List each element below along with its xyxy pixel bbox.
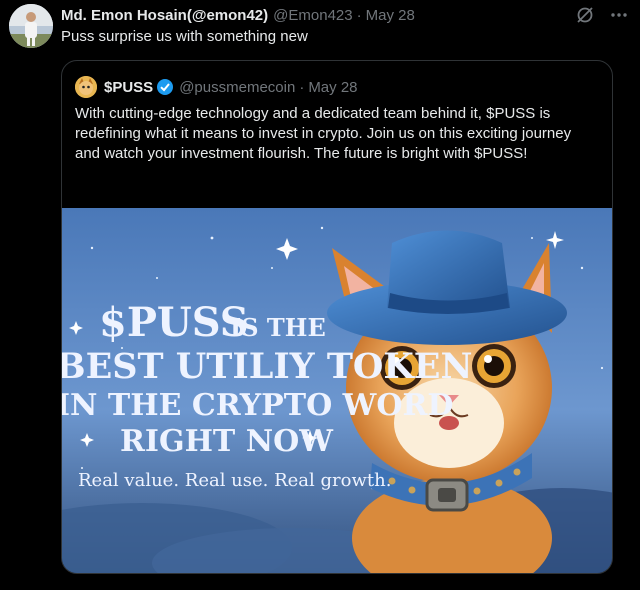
quoted-tweet[interactable]: $PUSS @pussmemecoin · May 28 With cuttin… <box>61 60 613 574</box>
quote-author-name[interactable]: $PUSS <box>104 79 153 96</box>
quote-text: With cutting-edge technology and a dedic… <box>75 105 572 162</box>
tweet-header: Md. Emon Hosain(@emon42) @Emon423 · May … <box>61 5 630 25</box>
author-name[interactable]: Md. Emon Hosain(@emon42) <box>61 7 268 24</box>
header-actions <box>574 5 630 25</box>
quote-date[interactable]: May 28 <box>308 79 357 96</box>
more-horizontal-icon[interactable] <box>608 5 630 25</box>
separator-dot: · <box>356 6 362 24</box>
author-avatar[interactable] <box>9 4 53 48</box>
verified-badge-icon <box>156 78 174 96</box>
quote-image[interactable]: $PUSS IS THE BEST UTILIY TOKEN IN THE CR… <box>62 208 612 573</box>
poster-headline-best-utility: BEST UTILIY TOKEN <box>62 346 472 387</box>
poster-headline-puss: $PUSS <box>99 299 249 346</box>
poster-tagline: Real value. Real use. Real growth. <box>78 470 391 491</box>
grok-slash-icon[interactable] <box>574 5 596 25</box>
author-handle[interactable]: @Emon423 <box>273 7 352 24</box>
poster-headline-right-now: RIGHT NOW <box>120 424 334 459</box>
poster-headline-is-the: IS THE <box>230 313 326 342</box>
quote-separator-dot: · <box>299 78 305 96</box>
quote-author-handle[interactable]: @pussmemecoin <box>179 79 295 96</box>
quote-author-avatar[interactable] <box>75 76 97 98</box>
poster-headline-crypto-word: IN THE CRYPTO WORD <box>62 388 453 423</box>
tweet-date[interactable]: May 28 <box>366 7 415 24</box>
tweet-text: Puss surprise us with something new <box>61 28 308 45</box>
quote-header: $PUSS @pussmemecoin · May 28 <box>75 76 358 98</box>
